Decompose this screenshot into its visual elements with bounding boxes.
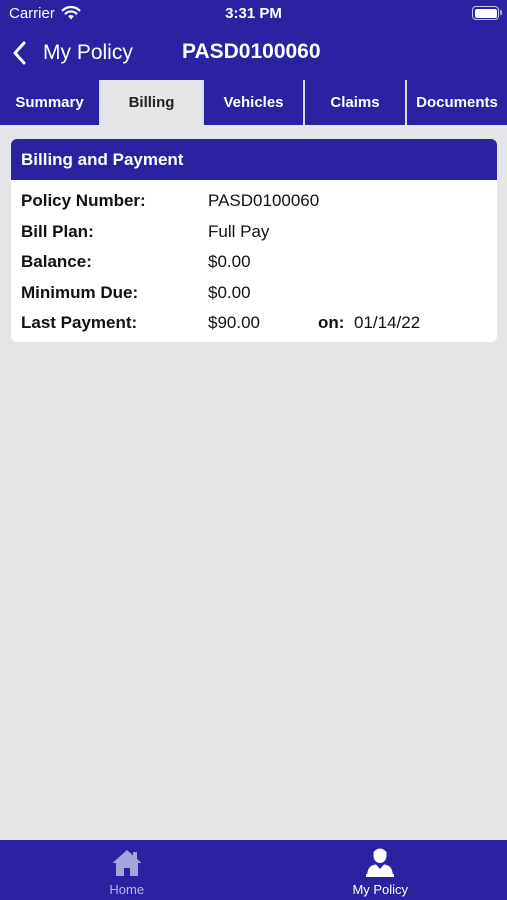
minimum-due-row: Minimum Due: $0.00 — [11, 281, 497, 312]
back-button[interactable]: My Policy — [12, 37, 133, 69]
screen: Carrier 3:31 PM My Policy PASD0100060 Su… — [0, 0, 507, 900]
balance-row: Balance: $0.00 — [11, 250, 497, 281]
billing-details: Policy Number: PASD0100060 Bill Plan: Fu… — [11, 180, 497, 342]
balance-value: $0.00 — [208, 252, 251, 272]
policy-number-label: Policy Number: — [21, 191, 146, 210]
tab-summary[interactable]: Summary — [0, 80, 101, 125]
last-payment-on-label: on: — [318, 313, 345, 333]
tab-billing[interactable]: Billing — [101, 80, 204, 125]
tab-documents[interactable]: Documents — [407, 80, 507, 125]
battery-icon — [472, 6, 502, 20]
bill-plan-label: Bill Plan: — [21, 221, 94, 241]
last-payment-date: 01/14/22 — [354, 313, 421, 333]
nav-my-policy[interactable]: My Policy — [254, 840, 507, 900]
status-bar: Carrier 3:31 PM — [0, 0, 507, 28]
bill-plan-value: Full Pay — [208, 221, 270, 241]
nav-my-policy-label: My Policy — [352, 882, 409, 897]
balance-label: Balance: — [21, 252, 92, 272]
top-bar: Carrier 3:31 PM My Policy PASD0100060 — [0, 0, 507, 80]
minimum-due-label: Minimum Due: — [21, 282, 139, 302]
nav-home[interactable]: Home — [0, 840, 254, 900]
nav-home-label: Home — [109, 882, 145, 897]
chevron-left-icon — [13, 41, 26, 65]
card-title: Billing and Payment — [11, 139, 497, 180]
home-icon — [112, 850, 142, 876]
bottom-nav: Home My Policy — [0, 840, 507, 900]
person-icon — [366, 848, 395, 877]
last-payment-row: Last Payment: $90.00 on: 01/14/22 — [11, 311, 497, 342]
back-label: My Policy — [43, 41, 133, 64]
last-payment-value: $90.00 — [208, 313, 260, 333]
last-payment-label: Last Payment: — [21, 313, 138, 333]
policy-number-value: PASD0100060 — [208, 191, 320, 210]
tab-claims[interactable]: Claims — [305, 80, 407, 125]
billing-card: Billing and Payment Policy Number: PASD0… — [11, 139, 497, 342]
bill-plan-row: Bill Plan: Full Pay — [11, 220, 497, 251]
policy-number-row: Policy Number: PASD0100060 — [11, 189, 497, 220]
status-time: 3:31 PM — [225, 5, 282, 22]
page-title: PASD0100060 — [182, 40, 321, 63]
tab-vehicles[interactable]: Vehicles — [204, 80, 305, 125]
tab-bar: Summary Billing Vehicles Claims Document… — [0, 80, 507, 125]
minimum-due-value: $0.00 — [208, 282, 251, 302]
